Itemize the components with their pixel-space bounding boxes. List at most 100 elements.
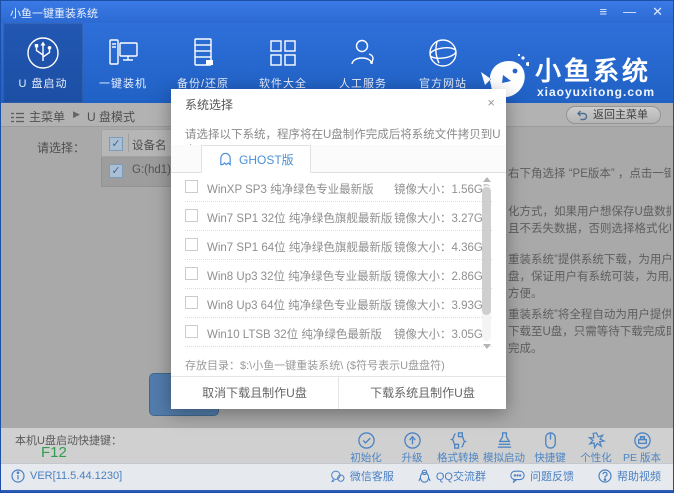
apps-icon — [264, 39, 302, 66]
system-select-dialog: 系统选择 × 请选择以下系统，程序将在U盘制作完成后将系统文件拷贝到U盘 GHO… — [171, 89, 506, 409]
dialog-titlebar: 系统选择 × — [171, 89, 506, 116]
upgrade-icon — [403, 432, 421, 449]
dialog-buttons: 取消下载且制作U盘 下载系统且制作U盘 — [171, 376, 506, 409]
computer-icon — [104, 39, 142, 65]
close-icon[interactable]: ✕ — [652, 1, 663, 23]
system-row[interactable]: Win7 SP1 32位 纯净绿色旗舰最新版 镜像大小：3.27GB — [185, 202, 492, 231]
wechat-service-link[interactable]: 微信客服 — [330, 468, 394, 484]
cancel-download-button[interactable]: 取消下载且制作U盘 — [171, 377, 339, 409]
scroll-up-icon[interactable] — [483, 177, 491, 182]
help-line: 且不丢失数据，否则选择格式化U盘 — [508, 223, 671, 235]
status-bar: VER[11.5.44.1230] 微信客服 QQ交流群 问题反馈 帮助视频 — [1, 463, 673, 492]
system-list: WinXP SP3 纯净绿色专业最新版 镜像大小：1.56GB Win7 SP1… — [171, 173, 506, 347]
system-checkbox[interactable] — [185, 238, 198, 251]
background-help-text: 右下角选择 “PE版本” ，点击一键 化方式，如果用户想保存U盘数据，就 且不丢… — [506, 103, 671, 403]
status-link-label: 帮助视频 — [617, 471, 661, 483]
help-line: 完成。 — [508, 343, 543, 355]
select-all-checkbox[interactable]: ✓ — [109, 137, 123, 151]
system-row[interactable]: Win8 Up3 64位 纯净绿色专业最新版 镜像大小：3.93GB — [185, 289, 492, 318]
menu-icon[interactable]: ≡ — [600, 1, 608, 23]
status-link-label: 问题反馈 — [530, 471, 574, 483]
system-size: 镜像大小：2.86GB — [394, 271, 491, 283]
system-size: 镜像大小：1.56GB — [394, 184, 491, 196]
status-link-label: QQ交流群 — [435, 471, 486, 483]
list-scrollbar[interactable] — [482, 177, 492, 349]
hotkey-mouse-icon — [544, 432, 556, 449]
dialog-tabstrip: GHOST版 — [171, 145, 506, 173]
tool-pe-version[interactable]: PE PE 版本 — [619, 430, 665, 465]
nav-usb-boot[interactable]: U 盘启动 — [3, 23, 83, 103]
simulate-boot-icon — [497, 432, 511, 448]
system-checkbox[interactable] — [185, 180, 198, 193]
tab-ghost[interactable]: GHOST版 — [201, 145, 311, 173]
personalize-icon — [586, 432, 606, 450]
system-name: Win8 Up3 32位 纯净绿色专业最新版 — [207, 271, 392, 283]
tool-hotkeys[interactable]: 快捷键 — [527, 430, 573, 465]
help-video-link[interactable]: 帮助视频 — [598, 468, 661, 484]
help-line: 下载至U盘，只需等待下载完成即 — [508, 326, 671, 338]
tool-format-convert[interactable]: 格式转换 — [435, 430, 481, 465]
system-row[interactable]: WinXP SP3 纯净绿色专业最新版 镜像大小：1.56GB — [185, 173, 492, 202]
scrollbar-thumb[interactable] — [482, 187, 491, 315]
tool-buttons: 初始化 升级 格式转换 模拟启动 快捷键 个性化 PE PE 版本 — [343, 430, 665, 465]
system-size: 镜像大小：3.27GB — [394, 213, 491, 225]
system-checkbox[interactable] — [185, 325, 198, 338]
window-controls: ≡ — ✕ — [600, 1, 664, 23]
select-device-label: 请选择： — [37, 141, 86, 155]
nav-label: 一键装机 — [99, 78, 147, 90]
device-checkbox[interactable]: ✓ — [109, 164, 123, 178]
feedback-link[interactable]: 问题反馈 — [510, 468, 574, 484]
help-line: 右下角选择 “PE版本” ，点击一键 — [508, 168, 671, 180]
svg-text:PE: PE — [639, 435, 645, 440]
system-checkbox[interactable] — [185, 209, 198, 222]
status-link-label: 微信客服 — [349, 471, 394, 483]
brand-title: 小鱼系统 — [535, 56, 652, 86]
system-name: Win7 SP1 32位 纯净绿色旗舰最新版 — [207, 213, 393, 225]
pe-version-icon: PE — [633, 432, 651, 449]
system-name: Win8 Up3 64位 纯净绿色专业最新版 — [207, 300, 392, 312]
minimize-icon[interactable]: — — [623, 1, 636, 23]
download-and-make-button[interactable]: 下载系统且制作U盘 — [339, 377, 506, 409]
breadcrumb-current: U 盘模式 — [87, 110, 136, 124]
status-links: 微信客服 QQ交流群 问题反馈 帮助视频 — [330, 468, 661, 484]
list-menu-icon — [11, 109, 24, 127]
dialog-close-icon[interactable]: × — [487, 95, 495, 110]
tool-simulate-boot[interactable]: 模拟启动 — [481, 430, 527, 465]
system-row[interactable]: Win10 LTSB 32位 纯净绿色最新版 镜像大小：3.05GB — [185, 318, 492, 347]
help-line: 重装系统”将全程自动为用户提供PE — [508, 309, 671, 321]
tool-upgrade[interactable]: 升级 — [389, 430, 435, 465]
system-row[interactable]: Win7 SP1 64位 纯净绿色旗舰最新版 镜像大小：4.36GB — [185, 231, 492, 260]
init-check-icon — [357, 432, 375, 449]
system-size: 镜像大小：3.05GB — [394, 329, 491, 341]
system-size: 镜像大小：3.93GB — [394, 300, 491, 312]
qq-group-link[interactable]: QQ交流群 — [418, 468, 486, 484]
qq-icon — [418, 469, 431, 483]
scroll-down-icon[interactable] — [483, 344, 491, 349]
tool-personalize[interactable]: 个性化 — [573, 430, 619, 465]
ghost-icon — [218, 150, 233, 168]
help-line: 方便。 — [508, 288, 543, 300]
wechat-icon — [330, 470, 345, 482]
system-name: Win7 SP1 64位 纯净绿色旗舰最新版 — [207, 242, 393, 254]
divider — [128, 134, 129, 152]
nav-label: U 盘启动 — [18, 78, 68, 90]
tool-init[interactable]: 初始化 — [343, 430, 389, 465]
format-convert-icon — [449, 432, 467, 449]
system-checkbox[interactable] — [185, 267, 198, 280]
usb-icon — [24, 37, 62, 69]
hotkey-label: 本机U盘启动快捷键： — [15, 435, 122, 447]
system-row[interactable]: Win8 Up3 32位 纯净绿色专业最新版 镜像大小：2.86GB — [185, 260, 492, 289]
backup-icon — [184, 38, 222, 66]
app-window: 小鱼一键重装系统 ≡ — ✕ U 盘启动 一键装机 备份/还原 软件大全 人工服… — [0, 0, 674, 493]
help-video-icon — [598, 469, 612, 483]
system-checkbox[interactable] — [185, 296, 198, 309]
info-icon — [11, 469, 25, 483]
system-name: Win10 LTSB 32位 纯净绿色最新版 — [207, 329, 382, 341]
nav-one-key-install[interactable]: 一键装机 — [83, 23, 163, 103]
system-name: WinXP SP3 纯净绿色专业最新版 — [207, 184, 374, 196]
version-text: VER[11.5.44.1230] — [30, 470, 123, 482]
dialog-title: 系统选择 — [185, 98, 234, 112]
help-line: 重装系统”提供系统下载，为用户下 — [508, 254, 671, 266]
breadcrumb-root[interactable]: 主菜单 — [29, 108, 65, 125]
hotkey-value: F12 — [41, 444, 67, 461]
